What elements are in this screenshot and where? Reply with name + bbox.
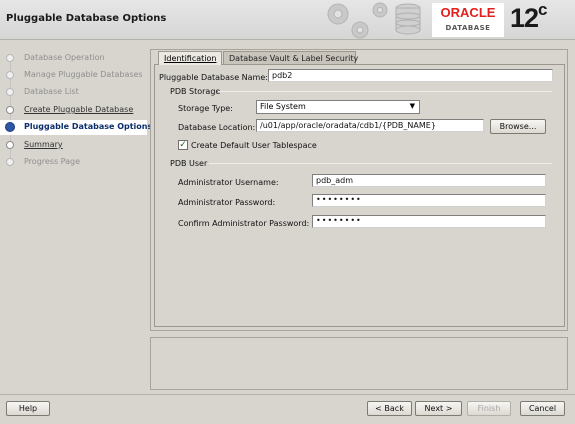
default-tablespace-label: Create Default User Tablespace — [191, 141, 317, 150]
step-bullet-icon — [6, 106, 14, 114]
step-label: Database Operation — [24, 53, 105, 62]
step-bullet-icon — [6, 88, 14, 96]
user-divider — [209, 163, 552, 164]
header-banner: Pluggable Database Options ORACLE DATABA… — [0, 0, 575, 40]
pdb-name-input[interactable]: pdb2 — [268, 69, 553, 82]
storage-type-value: File System — [260, 102, 306, 111]
version-logo: 12c — [510, 0, 548, 34]
oracle-logo-text: ORACLE — [440, 5, 496, 20]
step-bullet-icon — [6, 141, 14, 149]
wizard-steps: Database Operation Manage Pluggable Data… — [0, 41, 152, 390]
step-label: Pluggable Database Options — [24, 122, 153, 131]
pdb-name-label: Pluggable Database Name: — [159, 73, 268, 82]
tab-label: Database Vault & Label Security — [229, 54, 359, 63]
pdb-user-group-title: PDB User — [170, 159, 208, 168]
admin-password-input[interactable]: •••••••• — [312, 194, 546, 207]
default-tablespace-checkbox[interactable]: ✓ — [178, 140, 188, 150]
cancel-button[interactable]: Cancel — [520, 401, 565, 416]
admin-username-input[interactable]: pdb_adm — [312, 174, 546, 187]
step-database-list: Database List — [0, 85, 147, 100]
step-bullet-icon — [6, 54, 14, 62]
step-bullet-icon — [6, 158, 14, 166]
version-suffix: c — [538, 0, 548, 19]
step-label: Manage Pluggable Databases — [24, 70, 143, 79]
step-database-operation: Database Operation — [0, 51, 147, 66]
message-area — [150, 337, 568, 390]
step-current-bullet-icon — [5, 122, 15, 132]
check-icon: ✓ — [179, 140, 187, 150]
next-button[interactable]: Next > — [415, 401, 462, 416]
step-progress-page: Progress Page — [0, 155, 147, 170]
step-label[interactable]: Summary — [24, 140, 63, 149]
tab-label: Identification — [164, 54, 217, 63]
database-location-label: Database Location: — [178, 123, 256, 132]
step-summary[interactable]: Summary — [0, 138, 147, 153]
storage-divider — [218, 91, 552, 92]
browse-button[interactable]: Browse... — [490, 119, 546, 134]
step-label: Progress Page — [24, 157, 81, 166]
dropdown-arrow-icon[interactable]: ▼ — [410, 102, 415, 110]
tab-identification[interactable]: Identification — [158, 51, 222, 65]
step-manage-pdbs: Manage Pluggable Databases — [0, 68, 147, 83]
pdb-storage-group-title: PDB Storage — [170, 87, 221, 96]
tab-database-vault[interactable]: Database Vault & Label Security — [223, 51, 359, 65]
admin-username-label: Administrator Username: — [178, 178, 279, 187]
footer-divider — [0, 394, 575, 395]
version-number: 12 — [510, 3, 539, 33]
step-create-pdb[interactable]: Create Pluggable Database — [0, 103, 147, 118]
confirm-password-input[interactable]: •••••••• — [312, 215, 546, 228]
step-label[interactable]: Create Pluggable Database — [24, 105, 133, 114]
admin-password-label: Administrator Password: — [178, 198, 276, 207]
oracle-logo: ORACLE DATABASE — [432, 3, 504, 37]
step-bullet-icon — [6, 71, 14, 79]
database-location-input[interactable]: /u01/app/oracle/oradata/cdb1/{PDB_NAME} — [256, 119, 484, 132]
confirm-password-label: Confirm Administrator Password: — [178, 219, 310, 228]
step-label: Database List — [24, 87, 79, 96]
back-button[interactable]: < Back — [367, 401, 412, 416]
storage-type-label: Storage Type: — [178, 104, 233, 113]
gears-graphic — [327, 2, 421, 39]
storage-type-select[interactable]: File System ▼ — [256, 100, 420, 114]
database-logo-text: DATABASE — [445, 24, 491, 32]
page-title: Pluggable Database Options — [6, 13, 167, 24]
help-button[interactable]: Help — [6, 401, 50, 416]
finish-button[interactable]: Finish — [467, 401, 511, 416]
step-pdb-options: Pluggable Database Options — [0, 120, 152, 135]
